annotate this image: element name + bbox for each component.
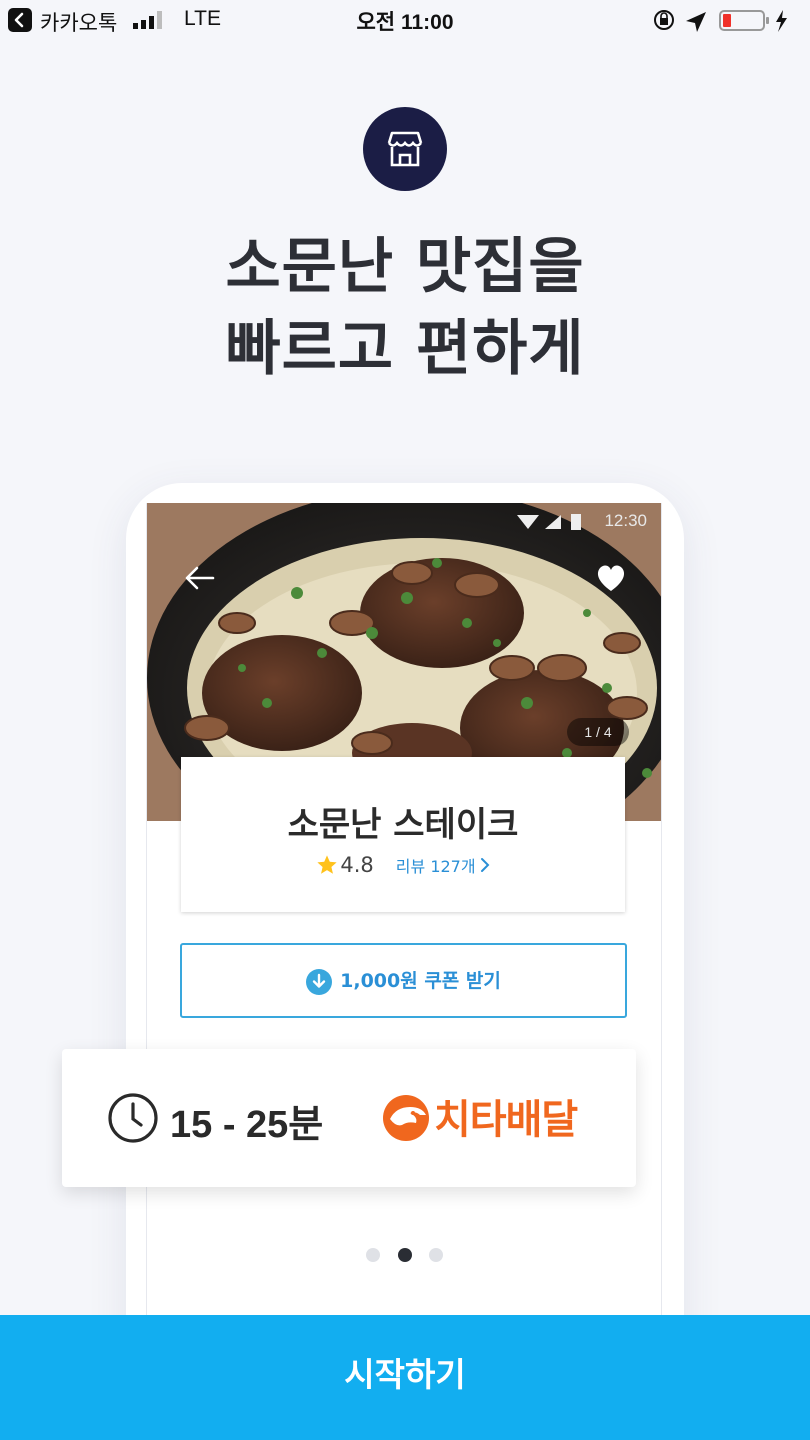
cheetah-logo-icon bbox=[383, 1095, 429, 1141]
restaurant-info-card: 소문난 스테이크 4.8 리뷰 127개 bbox=[181, 757, 625, 912]
onboarding-pager bbox=[366, 1248, 446, 1262]
clock-icon bbox=[108, 1093, 158, 1143]
location-icon bbox=[686, 12, 706, 32]
pager-dot-active[interactable] bbox=[398, 1248, 412, 1262]
rating-row: 4.8 리뷰 127개 bbox=[181, 853, 625, 881]
status-bar: 카카오톡 LTE 오전 11:00 bbox=[0, 0, 810, 42]
status-icons bbox=[654, 10, 787, 32]
storefront-icon bbox=[363, 107, 447, 191]
rating-value: 4.8 bbox=[340, 853, 374, 877]
brand-name: 치타배달 bbox=[434, 1097, 578, 1143]
headline-line-2: 빠르고 편하게 bbox=[225, 314, 585, 384]
delivery-info-card: 15 - 25분 치타배달 bbox=[62, 1049, 636, 1187]
restaurant-name: 소문난 스테이크 bbox=[287, 805, 519, 845]
pager-dot[interactable] bbox=[366, 1248, 380, 1262]
start-button[interactable]: 시작하기 bbox=[0, 1315, 810, 1440]
orientation-lock-icon bbox=[654, 10, 674, 30]
reviews-link[interactable]: 리뷰 127개 bbox=[396, 853, 476, 877]
coupon-label: 1,000원 쿠폰 받기 bbox=[340, 970, 501, 992]
delivery-time: 15 - 25분 bbox=[170, 1104, 324, 1146]
chevron-right-icon[interactable] bbox=[480, 857, 490, 873]
phone-screen: 12:30 1 / 4 bbox=[146, 503, 662, 1333]
battery-low-icon bbox=[719, 10, 769, 31]
favorite-heart-icon[interactable] bbox=[595, 563, 627, 593]
headline: 소문난 맛집을 빠르고 편하게 bbox=[0, 226, 810, 390]
get-coupon-button[interactable]: 1,000원 쿠폰 받기 bbox=[180, 943, 627, 1018]
pager-dot[interactable] bbox=[429, 1248, 443, 1262]
download-icon bbox=[306, 968, 333, 995]
charging-bolt-icon bbox=[776, 10, 787, 32]
star-icon bbox=[317, 855, 338, 874]
android-time: 12:30 bbox=[604, 511, 647, 530]
back-arrow-icon[interactable] bbox=[183, 565, 215, 591]
headline-line-1: 소문난 맛집을 bbox=[225, 232, 585, 302]
photo-pager-indicator: 1 / 4 bbox=[567, 718, 629, 746]
